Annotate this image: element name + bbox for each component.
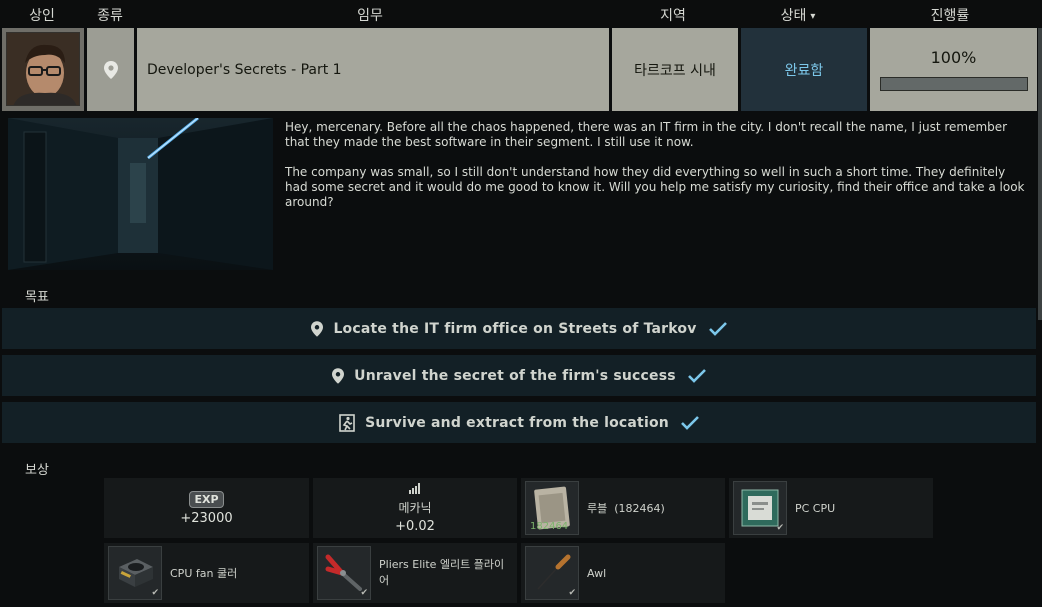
roubles-icon: 182464 [525, 481, 579, 535]
location-pin-icon [332, 367, 345, 384]
cpu-fan-icon: ✔ [108, 546, 162, 600]
reward-pliers-name: Pliers Elite 엘리트 플라이어 [379, 558, 505, 587]
scrollbar[interactable] [1038, 28, 1042, 320]
objective-text: Unravel the secret of the firm's success [354, 367, 676, 384]
quest-row[interactable]: Developer's Secrets - Part 1 타르코프 시내 완료함… [0, 28, 1042, 111]
location-pin-icon [103, 60, 118, 79]
objective-text: Locate the IT firm office on Streets of … [333, 320, 697, 337]
header-status-label: 상태 [780, 8, 807, 24]
trader-cell[interactable] [2, 28, 84, 111]
reward-skill-value: +0.02 [395, 519, 435, 534]
pc-cpu-icon: ✔ [733, 481, 787, 535]
reward-exp-value: +23000 [180, 510, 233, 526]
reward-pliers[interactable]: ✔ Pliers Elite 엘리트 플라이어 [313, 543, 517, 603]
quest-type-cell[interactable] [87, 28, 134, 111]
reward-pc-cpu[interactable]: ✔ PC CPU [729, 478, 933, 538]
objective-item: Survive and extract from the location [2, 402, 1036, 443]
description-paragraph: Hey, mercenary. Before all the chaos hap… [285, 120, 1008, 149]
objective-item: Unravel the secret of the firm's success [2, 355, 1036, 396]
header-quest[interactable]: 임무 [340, 5, 400, 25]
found-check-icon: ✔ [568, 588, 576, 598]
header-trader[interactable]: 상인 [24, 5, 60, 25]
reward-awl-name: Awl [587, 566, 607, 580]
objectives-label: 목표 [25, 290, 49, 305]
check-icon [687, 368, 706, 383]
pliers-icon: ✔ [317, 546, 371, 600]
description-paragraph: The company was small, so I still don't … [285, 165, 1025, 209]
skill-mechanic-icon [408, 482, 422, 497]
quest-progress[interactable]: 100% [870, 28, 1037, 111]
table-header: 상인 종류 임무 지역 상태 ▾ 진행률 [0, 0, 1042, 27]
objective-text: Survive and extract from the location [365, 414, 669, 431]
header-location[interactable]: 지역 [648, 5, 698, 25]
reward-roubles-name: 루블 [587, 502, 608, 515]
quest-name[interactable]: Developer's Secrets - Part 1 [137, 28, 609, 111]
check-icon [708, 321, 727, 336]
exp-badge: EXP [189, 490, 224, 508]
quest-description: Hey, mercenary. Before all the chaos hap… [285, 120, 1025, 225]
progress-bar [880, 77, 1028, 91]
reward-cpu-fan[interactable]: ✔ CPU fan 쿨러 [104, 543, 309, 603]
reward-skill-name: 메카닉 [398, 501, 432, 515]
found-check-icon: ✔ [776, 523, 784, 533]
reward-cpu-fan-name: CPU fan 쿨러 [170, 567, 238, 580]
found-check-icon: ✔ [360, 588, 368, 598]
progress-percent: 100% [930, 48, 977, 67]
roubles-amount-overlay: 182464 [530, 521, 569, 532]
reward-roubles-amount: (182464) [614, 501, 665, 515]
rewards-label: 보상 [25, 463, 49, 478]
quest-status[interactable]: 완료함 [741, 28, 867, 111]
header-status[interactable]: 상태 ▾ [768, 5, 828, 25]
progress-fill [881, 78, 1027, 90]
trader-portrait [6, 32, 80, 106]
chevron-down-icon: ▾ [810, 11, 816, 22]
found-check-icon: ✔ [151, 588, 159, 598]
awl-icon: ✔ [525, 546, 579, 600]
location-pin-icon [311, 320, 324, 337]
reward-skill[interactable]: 메카닉 +0.02 [313, 478, 517, 538]
header-type[interactable]: 종류 [90, 5, 130, 25]
reward-awl[interactable]: ✔ Awl [521, 543, 725, 603]
quest-image [8, 118, 273, 270]
exit-icon [339, 413, 355, 432]
check-icon [681, 415, 699, 430]
quest-location[interactable]: 타르코프 시내 [612, 28, 738, 111]
reward-exp[interactable]: EXP +23000 [104, 478, 309, 538]
header-progress[interactable]: 진행률 [915, 5, 985, 25]
reward-pc-cpu-name: PC CPU [795, 501, 836, 515]
reward-roubles[interactable]: 182464 루블 (182464) [521, 478, 725, 538]
objective-item: Locate the IT firm office on Streets of … [2, 308, 1036, 349]
